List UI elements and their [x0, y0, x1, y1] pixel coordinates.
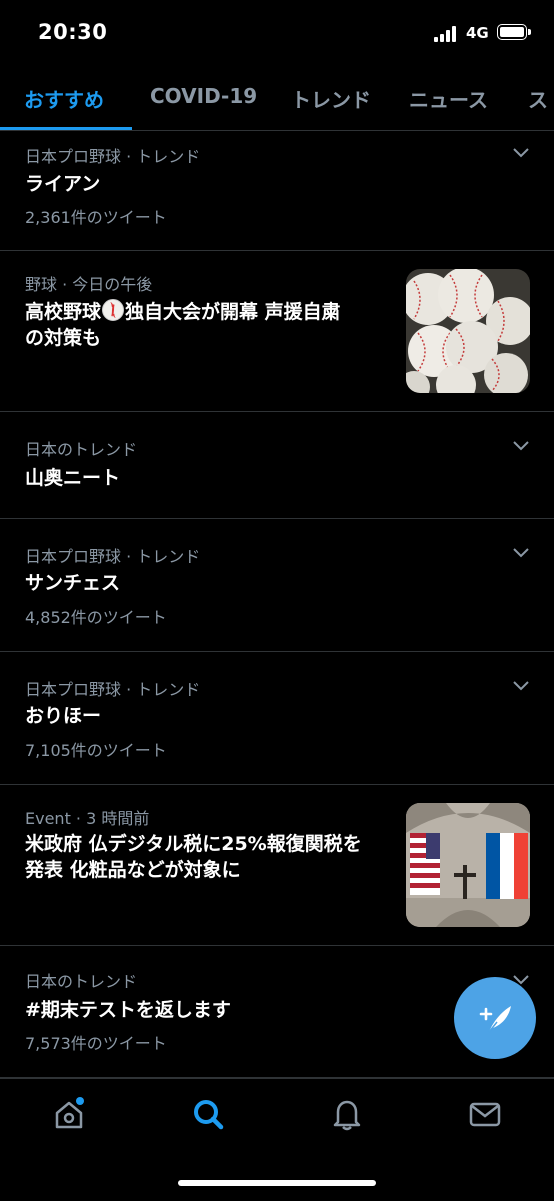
home-icon[interactable]	[52, 1097, 86, 1131]
tab-trends[interactable]: トレンド	[291, 84, 371, 113]
tweet-count: 7,105件のツイート	[25, 741, 167, 760]
news-thumbnail-flags[interactable]	[406, 803, 530, 927]
trend-meta: 日本のトレンド	[25, 440, 138, 459]
active-tab-indicator	[0, 127, 132, 130]
tweet-count: 4,852件のツイート	[25, 608, 167, 627]
trend-item[interactable]: 日本プロ野球 · トレンド おりほー 7,105件のツイート	[0, 652, 554, 785]
news-meta: 野球 · 今日の午後	[25, 275, 153, 294]
status-time: 20:30	[38, 20, 108, 44]
trend-title: おりほー	[25, 705, 102, 727]
trend-title: #期末テストを返します	[25, 999, 231, 1021]
headline-part: の対策も	[25, 327, 102, 349]
trend-title: 山奥ニート	[25, 467, 121, 489]
chevron-down-icon[interactable]	[512, 147, 530, 159]
home-indicator[interactable]	[178, 1180, 376, 1186]
trend-title: サンチェス	[25, 572, 121, 594]
trend-item[interactable]: 日本プロ野球 · トレンド サンチェス 4,852件のツイート	[0, 519, 554, 652]
trend-meta: 日本プロ野球 · トレンド	[25, 547, 201, 566]
tab-recommended[interactable]: おすすめ	[24, 84, 104, 113]
trend-title: ライアン	[25, 173, 101, 195]
tab-news[interactable]: ニュース	[409, 84, 488, 113]
explore-tabs: おすすめ COVID-19 トレンド ニュース ス	[0, 72, 554, 131]
news-meta: Event · 3 時間前	[25, 809, 150, 828]
headline-part: 独自大会が開幕 声援自粛	[125, 301, 341, 323]
news-item[interactable]: Event · 3 時間前 米政府 仏デジタル税に25%報復関税を 発表 化粧品…	[0, 785, 554, 946]
news-headline: 高校野球 独自大会が開幕 声援自粛 の対策も	[25, 299, 395, 351]
news-item[interactable]: 野球 · 今日の午後 高校野球 独自大会が開幕 声援自粛 の対策も	[0, 251, 554, 412]
tab-sports[interactable]: ス	[528, 84, 548, 113]
compose-feather-icon	[479, 1006, 511, 1033]
chevron-down-icon[interactable]	[512, 547, 530, 559]
trend-meta: 日本のトレンド	[25, 972, 138, 991]
trend-item[interactable]: 日本のトレンド 山奥ニート	[0, 412, 554, 519]
trend-meta: 日本プロ野球 · トレンド	[25, 147, 201, 166]
bell-icon[interactable]	[330, 1097, 364, 1131]
baseball-emoji-icon	[102, 299, 125, 321]
chevron-down-icon[interactable]	[512, 440, 530, 452]
news-headline: 米政府 仏デジタル税に25%報復関税を 発表 化粧品などが対象に	[25, 831, 397, 883]
compose-tweet-button[interactable]	[454, 977, 536, 1059]
tweet-count: 2,361件のツイート	[25, 208, 167, 227]
news-thumbnail-baseballs[interactable]	[406, 269, 530, 393]
tweet-count: 7,573件のツイート	[25, 1034, 167, 1053]
battery-icon	[497, 24, 531, 40]
signal-icon	[434, 26, 460, 42]
mail-icon[interactable]	[468, 1097, 502, 1131]
headline-part: 発表 化粧品などが対象に	[25, 859, 241, 881]
search-icon[interactable]	[191, 1097, 225, 1131]
trend-meta: 日本プロ野球 · トレンド	[25, 680, 201, 699]
chevron-down-icon[interactable]	[512, 680, 530, 692]
status-bar: 20:30 4G	[0, 0, 554, 70]
tab-covid[interactable]: COVID-19	[150, 84, 257, 108]
headline-part: 米政府 仏デジタル税に25%報復関税を	[25, 833, 362, 855]
network-type: 4G	[466, 24, 489, 42]
headline-part: 高校野球	[25, 301, 102, 323]
trend-item[interactable]: 日本プロ野球 · トレンド ライアン 2,361件のツイート	[0, 131, 554, 251]
